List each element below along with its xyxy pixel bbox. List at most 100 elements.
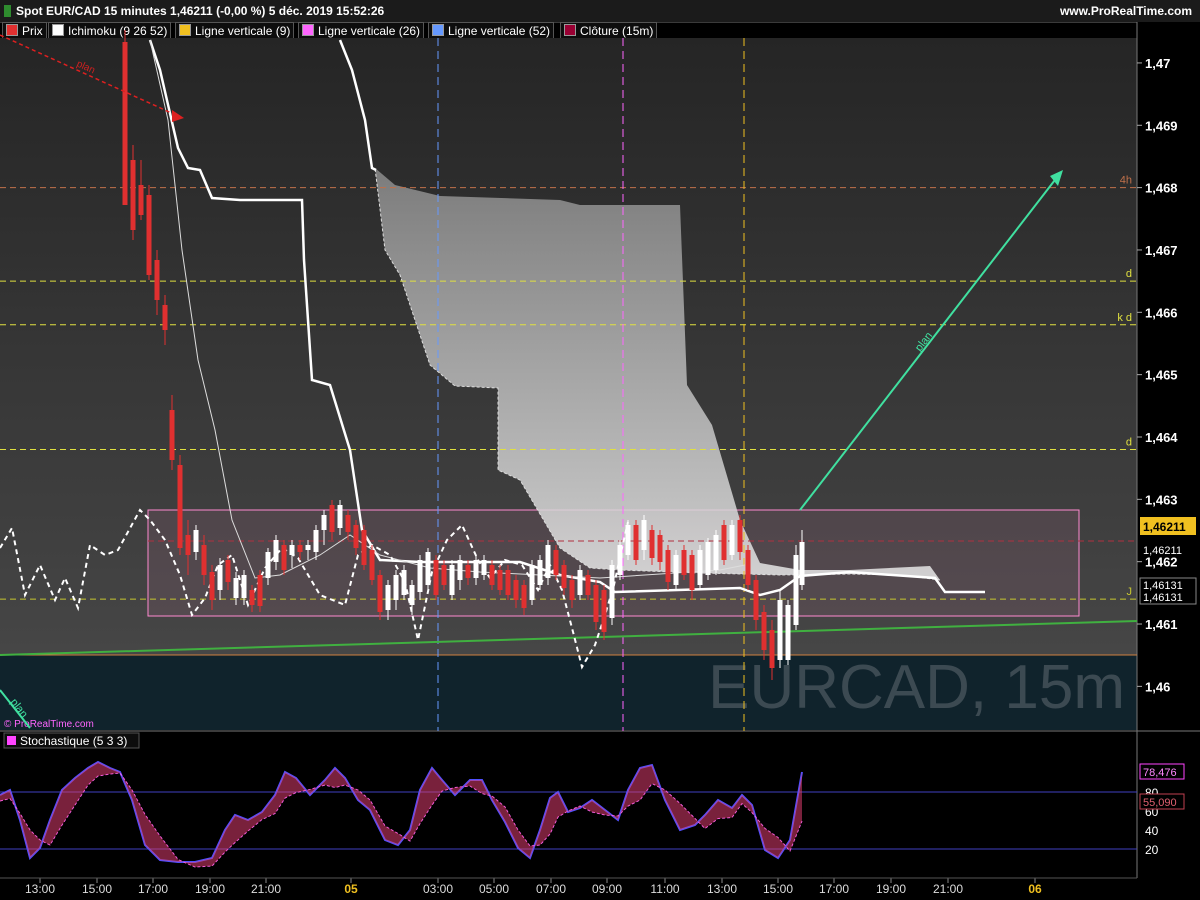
stochastic-title: Stochastique (5 3 3): [20, 734, 127, 748]
candle-body: [465, 565, 471, 578]
price-label-a: 1,46131: [1143, 580, 1183, 592]
candle-body: [513, 580, 519, 600]
candle-body: [737, 520, 743, 552]
candle-body: [529, 565, 535, 600]
stoch-k-label: 78,476: [1143, 767, 1177, 779]
candle-body: [313, 530, 319, 552]
time-tick-label: 06: [1028, 882, 1042, 896]
price-tick-label: 1,466: [1145, 305, 1178, 320]
candle-body: [241, 575, 247, 598]
candle-body: [673, 555, 679, 585]
candle-body: [201, 545, 207, 575]
candle-body: [649, 530, 655, 558]
candle-body: [441, 565, 447, 585]
candle-body: [729, 525, 735, 555]
candle-body: [345, 515, 351, 532]
price-tick-label: 1,469: [1145, 118, 1178, 133]
candle-body: [217, 565, 223, 590]
candle-body: [393, 575, 399, 600]
candle-body: [545, 545, 551, 578]
candle-body: [665, 550, 671, 582]
time-tick-label: 03:00: [423, 882, 453, 896]
candle-body: [297, 545, 303, 552]
candle-body: [401, 570, 407, 595]
time-tick-label: 11:00: [650, 882, 679, 896]
price-label-b: 1,46131: [1143, 592, 1183, 604]
candle-body: [601, 590, 607, 632]
candle-body: [481, 560, 487, 575]
price-tick-label: 1,461: [1145, 617, 1178, 632]
copyright-text: © ProRealTime.com: [4, 719, 94, 730]
time-tick-label: 05: [344, 882, 358, 896]
candle-body: [705, 542, 711, 575]
candle-body: [609, 565, 615, 618]
candle-body: [305, 545, 311, 550]
candle-body: [761, 612, 767, 650]
candle-body: [273, 540, 279, 562]
time-tick-label: 17:00: [138, 882, 168, 896]
candle-body: [385, 585, 391, 610]
candle-body: [425, 552, 431, 585]
candle-body: [409, 585, 415, 605]
price-tick-label: 1,463: [1145, 492, 1178, 507]
candle-body: [569, 580, 575, 600]
candle-body: [146, 195, 152, 275]
candle-body: [177, 465, 183, 548]
candle-body: [537, 560, 543, 585]
candle-body: [777, 600, 783, 660]
candle-body: [122, 42, 128, 205]
level-label: J: [1127, 586, 1133, 598]
candle-body: [505, 570, 511, 595]
time-tick-label: 17:00: [819, 882, 849, 896]
candle-body: [457, 560, 463, 580]
chart-canvas[interactable]: EURCAD, 15m© ProRealTime.com 4hdk ddJ pl…: [0, 0, 1200, 900]
candle-body: [577, 570, 583, 595]
candle-body: [249, 590, 255, 605]
time-tick-label: 13:00: [25, 882, 55, 896]
time-tick-label: 15:00: [82, 882, 112, 896]
candle-body: [593, 585, 599, 622]
candle-body: [489, 565, 495, 585]
candle-body: [257, 575, 263, 606]
candle-body: [281, 545, 287, 570]
candle-body: [633, 525, 639, 560]
candle-body: [641, 520, 647, 550]
time-tick-label: 19:00: [876, 882, 906, 896]
candle-body: [697, 550, 703, 585]
time-tick-label: 15:00: [763, 882, 793, 896]
candle-body: [185, 535, 191, 555]
stochastic-tick-label: 40: [1145, 824, 1159, 838]
candle-body: [417, 560, 423, 592]
level-label: d: [1126, 436, 1132, 448]
stochastic-swatch-icon: [7, 736, 16, 745]
candle-body: [233, 578, 239, 598]
candle-body: [138, 185, 144, 215]
candle-body: [321, 515, 327, 530]
price-axis-background: [1137, 22, 1200, 878]
candle-body: [561, 565, 567, 588]
price-tick-label: 1,47: [1145, 56, 1170, 71]
candle-body: [130, 160, 136, 230]
candle-body: [713, 535, 719, 570]
candle-body: [681, 550, 687, 575]
candle-body: [497, 570, 503, 590]
time-tick-label: 13:00: [707, 882, 737, 896]
candle-body: [769, 630, 775, 668]
candle-body: [793, 555, 799, 625]
candle-body: [657, 535, 663, 562]
time-tick-label: 21:00: [933, 882, 963, 896]
candle-body: [209, 572, 215, 600]
candle-body: [193, 530, 199, 552]
candle-body: [521, 585, 527, 608]
candle-body: [265, 552, 271, 578]
candle-body: [225, 560, 231, 582]
price-tick-label: 1,464: [1145, 430, 1178, 445]
candle-body: [449, 565, 455, 595]
candle-body: [369, 550, 375, 580]
candle-body: [329, 505, 335, 532]
price-tick-label: 1,465: [1145, 368, 1178, 383]
price-tick-label: 1,46: [1145, 679, 1170, 694]
candle-body: [361, 530, 367, 565]
time-tick-label: 05:00: [479, 882, 509, 896]
candle-body: [617, 545, 623, 575]
